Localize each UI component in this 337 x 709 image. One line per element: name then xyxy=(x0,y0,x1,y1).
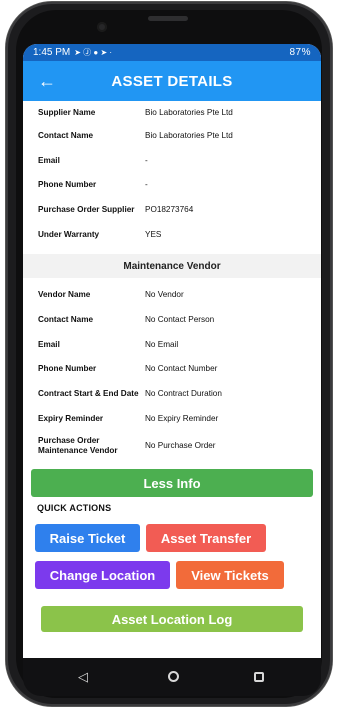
detail-label: Phone Number xyxy=(38,180,97,190)
detail-row: Contact Name Bio Laboratories Pte Ltd xyxy=(23,123,321,148)
detail-label: Expiry Reminder xyxy=(38,413,104,423)
detail-label: Email xyxy=(38,155,60,165)
quick-actions-label: QUICK ACTIONS xyxy=(37,503,112,513)
detail-value: PO18273764 xyxy=(145,204,194,214)
detail-value: YES xyxy=(145,229,162,239)
detail-label: Vendor Name xyxy=(38,290,91,300)
detail-row: Vendor Name No Vendor xyxy=(23,282,321,307)
phone-camera xyxy=(97,22,107,32)
nav-home-icon[interactable] xyxy=(163,667,183,687)
detail-row: Purchase Order Supplier PO18273764 xyxy=(23,197,321,222)
detail-value: No Contract Duration xyxy=(145,389,222,399)
supplier-section: Supplier Name Bio Laboratories Pte Ltd C… xyxy=(23,101,321,246)
raise-ticket-button[interactable]: Raise Ticket xyxy=(35,524,140,552)
detail-value: No Email xyxy=(145,339,179,349)
less-info-button[interactable]: Less Info xyxy=(31,469,313,497)
detail-label: Email xyxy=(38,339,60,349)
detail-row: Contract Start & End Date No Contract Du… xyxy=(23,381,321,406)
app-bar: ← ASSET DETAILS xyxy=(23,61,321,101)
nav-back-icon[interactable]: ◁ xyxy=(73,667,93,687)
detail-row: Under Warranty YES xyxy=(23,222,321,247)
detail-label: Contact Name xyxy=(38,130,94,140)
page-title: ASSET DETAILS xyxy=(111,72,233,90)
status-icons: ➤ Ⓙ ● ➤ · xyxy=(74,48,113,57)
phone-speaker xyxy=(148,16,188,21)
detail-value: No Purchase Order xyxy=(145,441,216,451)
change-location-button[interactable]: Change Location xyxy=(35,561,170,589)
detail-label: Contact Name xyxy=(38,314,94,324)
maintenance-vendor-heading: Maintenance Vendor xyxy=(23,254,321,279)
maintenance-section: Vendor Name No Vendor Contact Name No Co… xyxy=(23,280,321,460)
detail-label: Contract Start & End Date xyxy=(38,389,139,399)
detail-label: Supplier Name xyxy=(38,107,96,117)
detail-row: Supplier Name Bio Laboratories Pte Ltd xyxy=(23,101,321,123)
app-screen: 1:45 PM ➤ Ⓙ ● ➤ · 87% ← ASSET DETAILS Su… xyxy=(23,44,321,658)
detail-value: Bio Laboratories Pte Ltd xyxy=(145,107,233,117)
android-nav-bar: ◁ xyxy=(23,658,321,696)
asset-transfer-button[interactable]: Asset Transfer xyxy=(146,524,266,552)
status-bar: 1:45 PM ➤ Ⓙ ● ➤ · 87% xyxy=(23,44,321,61)
asset-details-content[interactable]: Supplier Name Bio Laboratories Pte Ltd C… xyxy=(23,101,321,658)
detail-row: Phone Number No Contact Number xyxy=(23,357,321,382)
detail-value: No Contact Person xyxy=(145,314,215,324)
detail-label: Under Warranty xyxy=(38,229,100,239)
nav-recents-icon[interactable] xyxy=(249,667,269,687)
detail-value: No Vendor xyxy=(145,290,184,300)
view-tickets-button[interactable]: View Tickets xyxy=(176,561,284,589)
detail-label: Phone Number xyxy=(38,364,97,374)
detail-row: Email No Email xyxy=(23,332,321,357)
detail-label: Purchase Order Maintenance Vendor xyxy=(38,435,118,455)
detail-value: Bio Laboratories Pte Ltd xyxy=(145,130,233,140)
detail-value: - xyxy=(145,180,148,190)
asset-location-log-button[interactable]: Asset Location Log xyxy=(41,606,303,632)
status-time: 1:45 PM xyxy=(33,47,71,58)
detail-row: Contact Name No Contact Person xyxy=(23,307,321,332)
detail-label: Purchase Order Supplier xyxy=(38,204,135,214)
detail-value: No Expiry Reminder xyxy=(145,413,219,423)
detail-row: Expiry Reminder No Expiry Reminder xyxy=(23,406,321,431)
detail-value: - xyxy=(145,155,148,165)
detail-row: Phone Number - xyxy=(23,172,321,197)
back-arrow-icon[interactable]: ← xyxy=(35,69,59,93)
detail-value: No Contact Number xyxy=(145,364,218,374)
detail-row: Purchase Order Maintenance Vendor No Pur… xyxy=(23,431,321,461)
detail-row: Email - xyxy=(23,148,321,173)
battery-percentage: 87% xyxy=(289,47,311,58)
